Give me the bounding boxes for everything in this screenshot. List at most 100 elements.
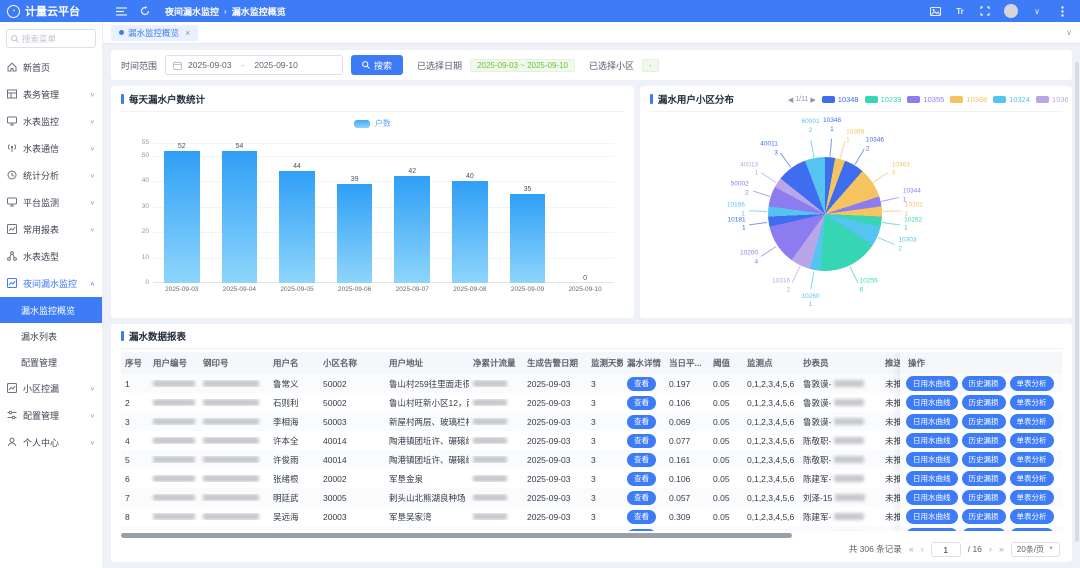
op-button-日用水曲线[interactable]: 日用水曲线 xyxy=(906,490,958,505)
sidebar-item-夜间漏水监控[interactable]: 夜间漏水监控∧ xyxy=(0,270,102,297)
cell-alarm-date: 2025-09-03 xyxy=(523,398,587,408)
cell-monitor-points: 0,1,2,3,4,5,6 xyxy=(743,379,799,389)
cell-reader: 陈敬职- xyxy=(799,435,881,447)
table-operation-column: 操作日用水曲线历史漏损单表分析日用水曲线历史漏损单表分析日用水曲线历史漏损单表分… xyxy=(900,352,1062,531)
prev-page-button[interactable]: ‹ xyxy=(921,544,924,554)
cell-net-flow xyxy=(469,380,523,387)
sidebar-item-水表选型[interactable]: 水表选型 xyxy=(0,243,102,270)
op-button-历史漏损[interactable]: 历史漏损 xyxy=(962,433,1006,448)
view-detail-button[interactable]: 查看 xyxy=(627,396,656,410)
op-button-历史漏损[interactable]: 历史漏损 xyxy=(962,414,1006,429)
op-button-单表分析[interactable]: 单表分析 xyxy=(1010,509,1054,524)
op-button-单表分析[interactable]: 单表分析 xyxy=(1010,376,1054,391)
sidebar-item-水表通信[interactable]: 水表通信∨ xyxy=(0,135,102,162)
view-detail-button[interactable]: 查看 xyxy=(627,472,656,486)
sidebar-item-平台监测[interactable]: 平台监测∨ xyxy=(0,189,102,216)
sidebar-item-新首页[interactable]: 新首页 xyxy=(0,54,102,81)
bar: 40 xyxy=(441,143,499,283)
cell-daily-avg: 0.309 xyxy=(665,512,709,522)
tab-close-icon[interactable]: × xyxy=(185,28,190,38)
cell-address: 军垦吴家湾 xyxy=(385,511,469,523)
last-page-button[interactable]: » xyxy=(999,544,1004,554)
op-button-单表分析[interactable]: 单表分析 xyxy=(1010,414,1054,429)
kebab-menu-icon[interactable] xyxy=(1056,5,1068,17)
cell-daily-avg: 0.161 xyxy=(665,455,709,465)
pie-legend-item-10348[interactable]: 10348 xyxy=(822,95,859,104)
pie-legend-item-10355[interactable]: 10355 xyxy=(907,95,944,104)
legend-prev-icon[interactable]: ◀ xyxy=(788,96,793,104)
pie-legend-item-10239[interactable]: 10239 xyxy=(865,95,902,104)
legend-next-icon[interactable]: ▶ xyxy=(810,96,815,104)
view-detail-button[interactable]: 查看 xyxy=(627,377,656,391)
op-button-日用水曲线[interactable]: 日用水曲线 xyxy=(906,433,958,448)
pie-legend-item-10368[interactable]: 10368 xyxy=(950,95,987,104)
chevron-down-icon[interactable]: ∨ xyxy=(1031,5,1043,17)
cell-net-flow xyxy=(469,475,523,482)
refresh-icon[interactable] xyxy=(139,5,151,17)
op-button-日用水曲线[interactable]: 日用水曲线 xyxy=(906,414,958,429)
avatar[interactable] xyxy=(1004,4,1018,18)
op-button-单表分析[interactable]: 单表分析 xyxy=(1010,395,1054,410)
main-area: 漏水监控概览 × ∨ 时间范围 2025-09-03 - 2025-09-10 xyxy=(103,22,1080,568)
view-detail-button[interactable]: 查看 xyxy=(627,415,656,429)
sidebar-item-常用报表[interactable]: 常用报表∨ xyxy=(0,216,102,243)
view-detail-button[interactable]: 查看 xyxy=(627,453,656,467)
op-button-历史漏损[interactable]: 历史漏损 xyxy=(962,509,1006,524)
breadcrumb-item[interactable]: 漏水监控概览 xyxy=(232,5,286,18)
view-detail-button[interactable]: 查看 xyxy=(627,491,656,505)
horizontal-scrollbar-thumb[interactable] xyxy=(121,533,792,538)
screenshot-icon[interactable] xyxy=(929,5,941,17)
sidebar-subitem-漏水列表[interactable]: 漏水列表 xyxy=(0,323,102,349)
cell-index: 4 xyxy=(121,436,149,446)
tab-leak-overview[interactable]: 漏水监控概览 × xyxy=(111,25,198,41)
first-page-button[interactable]: « xyxy=(909,544,914,554)
pie-legend-item-10365[interactable]: 10365 xyxy=(1036,95,1068,104)
sidebar-item-小区控漏[interactable]: 小区控漏∨ xyxy=(0,375,102,402)
op-button-日用水曲线[interactable]: 日用水曲线 xyxy=(906,395,958,410)
view-detail-button[interactable]: 查看 xyxy=(627,529,656,532)
pie-legend-item-10324[interactable]: 10324 xyxy=(993,95,1030,104)
op-button-单表分析[interactable]: 单表分析 xyxy=(1010,490,1054,505)
search-button[interactable]: 搜索 xyxy=(351,55,403,75)
sidebar-item-表务管理[interactable]: 表务管理∨ xyxy=(0,81,102,108)
search-input[interactable] xyxy=(22,34,91,44)
next-page-button[interactable]: › xyxy=(989,544,992,554)
fullscreen-icon[interactable] xyxy=(979,5,991,17)
view-detail-button[interactable]: 查看 xyxy=(627,510,656,524)
op-button-日用水曲线[interactable]: 日用水曲线 xyxy=(906,509,958,524)
view-detail-button[interactable]: 查看 xyxy=(627,434,656,448)
tabbar-chevron-down-icon[interactable]: ∨ xyxy=(1066,28,1072,37)
page-size-select[interactable]: 20条/页 ▼ xyxy=(1011,542,1060,557)
op-button-日用水曲线[interactable]: 日用水曲线 xyxy=(906,376,958,391)
op-button-单表分析[interactable]: 单表分析 xyxy=(1010,528,1054,531)
op-button-历史漏损[interactable]: 历史漏损 xyxy=(962,471,1006,486)
tab-label: 漏水监控概览 xyxy=(128,27,179,39)
op-button-日用水曲线[interactable]: 日用水曲线 xyxy=(906,452,958,467)
sidebar-subitem-漏水监控概览[interactable]: 漏水监控概览 xyxy=(0,297,102,323)
breadcrumb-item[interactable]: 夜间漏水监控 xyxy=(165,5,219,18)
op-button-历史漏损[interactable]: 历史漏损 xyxy=(962,490,1006,505)
sidebar-item-统计分析[interactable]: 统计分析∨ xyxy=(0,162,102,189)
vertical-scrollbar[interactable] xyxy=(1075,62,1079,542)
op-button-日用水曲线[interactable]: 日用水曲线 xyxy=(906,528,958,531)
sidebar-search[interactable] xyxy=(6,29,96,48)
op-button-历史漏损[interactable]: 历史漏损 xyxy=(962,376,1006,391)
op-button-单表分析[interactable]: 单表分析 xyxy=(1010,471,1054,486)
op-button-单表分析[interactable]: 单表分析 xyxy=(1010,433,1054,448)
cell-reader: 刘泽-15 xyxy=(799,492,881,504)
sidebar-item-配置管理[interactable]: 配置管理∨ xyxy=(0,402,102,429)
op-button-日用水曲线[interactable]: 日用水曲线 xyxy=(906,471,958,486)
sidebar-item-水表监控[interactable]: 水表监控∨ xyxy=(0,108,102,135)
date-range-input[interactable]: 2025-09-03 - 2025-09-10 xyxy=(165,55,343,75)
op-button-历史漏损[interactable]: 历史漏损 xyxy=(962,452,1006,467)
op-button-历史漏损[interactable]: 历史漏损 xyxy=(962,528,1006,531)
cell-community: 20002 xyxy=(319,474,385,484)
sidebar-subitem-配置管理[interactable]: 配置管理 xyxy=(0,349,102,375)
op-button-单表分析[interactable]: 单表分析 xyxy=(1010,452,1054,467)
op-button-历史漏损[interactable]: 历史漏损 xyxy=(962,395,1006,410)
sidebar-item-个人中心[interactable]: 个人中心∨ xyxy=(0,429,102,456)
font-size-icon[interactable]: Tr xyxy=(954,5,966,17)
collapse-menu-icon[interactable] xyxy=(115,5,127,17)
page-number-input[interactable]: 1 xyxy=(931,542,961,557)
bar-chart-legend[interactable]: 户数 xyxy=(121,118,624,129)
